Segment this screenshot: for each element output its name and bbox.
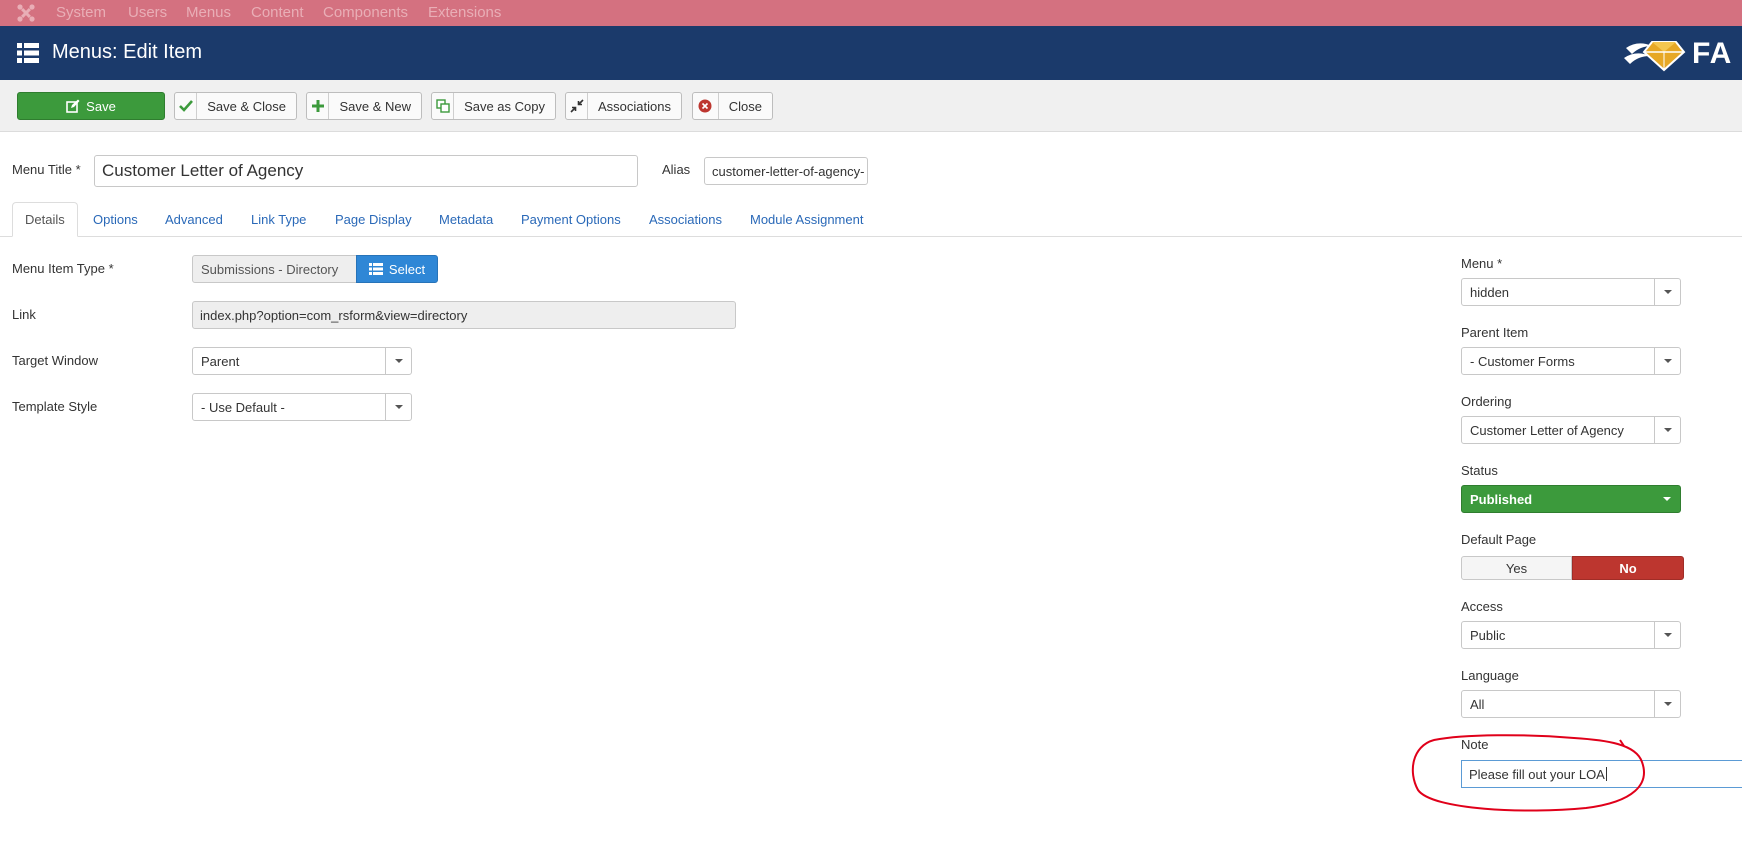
annotation-circle: [1411, 734, 1645, 812]
tab-module-assignment[interactable]: Module Assignment: [738, 202, 875, 237]
brand-text: FA: [1692, 37, 1733, 70]
topmenu-system[interactable]: System: [56, 4, 106, 21]
chevron-down-icon: [385, 348, 411, 374]
chevron-down-icon: [1654, 279, 1680, 305]
language-select[interactable]: All: [1461, 690, 1681, 718]
tab-payment-options[interactable]: Payment Options: [509, 202, 633, 237]
template-style-select[interactable]: - Use Default -: [192, 393, 412, 421]
close-button[interactable]: Close: [692, 92, 773, 120]
target-window-label: Target Window: [12, 353, 98, 368]
menu-title-label: Menu Title *: [12, 162, 81, 177]
chevron-down-icon: [1654, 348, 1680, 374]
save-close-button[interactable]: Save & Close: [174, 92, 297, 120]
copy-icon: [432, 93, 455, 119]
brand-logo-icon: [1624, 41, 1686, 72]
save-new-label: Save & New: [339, 98, 411, 114]
template-style-label: Template Style: [12, 399, 98, 414]
save-close-label: Save & Close: [207, 98, 286, 114]
topmenu-content[interactable]: Content: [251, 4, 304, 21]
tab-advanced[interactable]: Advanced: [153, 202, 235, 237]
edit-icon: [66, 99, 80, 113]
ordering-select[interactable]: Customer Letter of Agency: [1461, 416, 1681, 444]
save-new-button[interactable]: Save & New: [306, 92, 422, 120]
chevron-down-icon: [1654, 622, 1680, 648]
save-as-copy-button[interactable]: Save as Copy: [431, 92, 556, 120]
tab-associations[interactable]: Associations: [637, 202, 734, 237]
menu-select[interactable]: hidden: [1461, 278, 1681, 306]
status-value: Published: [1470, 491, 1533, 507]
plus-icon: [307, 93, 330, 119]
topmenu-users[interactable]: Users: [128, 4, 167, 21]
tab-page-display[interactable]: Page Display: [323, 202, 424, 237]
list-icon: [368, 263, 383, 275]
list-icon: [17, 43, 39, 63]
tab-details[interactable]: Details: [12, 202, 78, 237]
alias-label: Alias: [662, 162, 691, 177]
joomla-logo-icon[interactable]: [16, 3, 36, 23]
chevron-down-icon: [385, 394, 411, 420]
target-window-select[interactable]: Parent: [192, 347, 412, 375]
menu-title-input[interactable]: Customer Letter of Agency: [94, 155, 638, 187]
language-value: All: [1470, 696, 1485, 712]
status-select[interactable]: Published: [1461, 485, 1681, 513]
contract-arrows-icon: [566, 93, 589, 119]
access-value: Public: [1470, 627, 1506, 643]
link-label: Link: [12, 307, 36, 322]
target-window-value: Parent: [201, 353, 240, 369]
ordering-value: Customer Letter of Agency: [1470, 422, 1624, 438]
topmenu-menus[interactable]: Menus: [186, 4, 231, 21]
menu-item-type-value: Submissions - Directory: [192, 255, 357, 283]
link-input: index.php?option=com_rsform&view=directo…: [192, 301, 736, 329]
menu-value: hidden: [1470, 284, 1510, 300]
menu-item-type-label: Menu Item Type *: [12, 261, 114, 276]
check-icon: [175, 93, 198, 119]
default-page-label: Default Page: [1461, 532, 1537, 547]
parent-item-select[interactable]: - Customer Forms: [1461, 347, 1681, 375]
default-page-no-button[interactable]: No: [1572, 556, 1684, 580]
tab-options[interactable]: Options: [81, 202, 150, 237]
select-menu-item-type-button[interactable]: Select: [356, 255, 438, 283]
access-select[interactable]: Public: [1461, 621, 1681, 649]
system-menubar: System Users Menus Content Components Ex…: [0, 0, 1742, 26]
topmenu-extensions[interactable]: Extensions: [428, 4, 501, 21]
save-label: Save: [86, 98, 116, 114]
template-style-value: - Use Default -: [201, 399, 285, 415]
status-label: Status: [1461, 463, 1498, 478]
parent-item-label: Parent Item: [1461, 325, 1529, 340]
associations-label: Associations: [598, 98, 671, 114]
chevron-down-icon: [1654, 691, 1680, 717]
chevron-down-icon: [1654, 417, 1680, 443]
page-header: Menus: Edit Item FA: [0, 26, 1742, 80]
access-label: Access: [1461, 599, 1503, 614]
topmenu-components[interactable]: Components: [323, 4, 408, 21]
ordering-label: Ordering: [1461, 394, 1512, 409]
default-page-yes-button[interactable]: Yes: [1461, 556, 1572, 580]
close-circle-icon: [693, 93, 719, 119]
associations-button[interactable]: Associations: [565, 92, 682, 120]
page-title: Menus: Edit Item: [52, 41, 203, 63]
save-as-copy-label: Save as Copy: [464, 98, 545, 114]
close-label: Close: [728, 98, 762, 114]
tab-link-type[interactable]: Link Type: [239, 202, 318, 237]
toolbar: Save Save & Close Save & New Save as Cop…: [0, 80, 1742, 132]
tab-metadata[interactable]: Metadata: [427, 202, 505, 237]
select-label: Select: [388, 261, 426, 277]
menu-label: Menu *: [1461, 256, 1503, 271]
alias-input[interactable]: customer-letter-of-agency-: [704, 157, 868, 185]
save-button[interactable]: Save: [17, 92, 165, 120]
language-label: Language: [1461, 668, 1519, 683]
parent-item-value: - Customer Forms: [1470, 353, 1575, 369]
chevron-down-icon: [1654, 486, 1680, 512]
